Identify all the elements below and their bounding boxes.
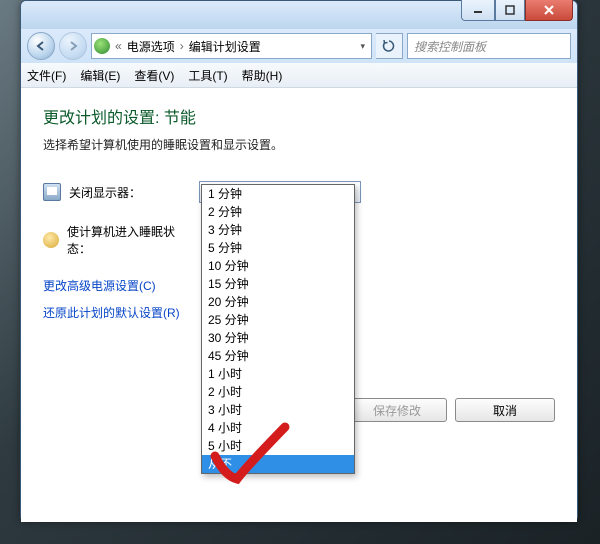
dropdown-option[interactable]: 25 分钟 — [202, 311, 354, 329]
sleep-icon — [43, 232, 59, 248]
breadcrumb-bar[interactable]: « 电源选项 › 编辑计划设置 ▾ — [91, 33, 372, 59]
breadcrumb-2[interactable]: 编辑计划设置 — [189, 38, 261, 55]
menu-bar: 文件(F) 编辑(E) 查看(V) 工具(T) 帮助(H) — [21, 63, 577, 88]
dropdown-option[interactable]: 2 分钟 — [202, 203, 354, 221]
breadcrumb-1[interactable]: 电源选项 — [127, 38, 175, 55]
breadcrumb-sep: › — [177, 39, 187, 53]
dropdown-list[interactable]: 1 分钟2 分钟3 分钟5 分钟10 分钟15 分钟20 分钟25 分钟30 分… — [201, 184, 355, 474]
control-panel-icon — [94, 38, 110, 54]
chevron-down-icon[interactable]: ▾ — [356, 41, 369, 52]
display-icon — [43, 183, 61, 201]
page-heading: 更改计划的设置: 节能 — [43, 104, 555, 128]
label-sleep: 使计算机进入睡眠状态： — [67, 223, 197, 257]
dropdown-option[interactable]: 5 分钟 — [202, 239, 354, 257]
desktop-background: « 电源选项 › 编辑计划设置 ▾ 搜索控制面板 文件(F) 编辑(E) 查看(… — [0, 0, 600, 544]
address-bar-row: « 电源选项 › 编辑计划设置 ▾ 搜索控制面板 — [21, 29, 577, 63]
label-turn-off-display: 关闭显示器： — [69, 184, 199, 201]
dropdown-option[interactable]: 4 小时 — [202, 419, 354, 437]
title-bar[interactable] — [21, 1, 577, 29]
search-placeholder: 搜索控制面板 — [414, 38, 486, 55]
close-button[interactable] — [525, 0, 573, 21]
control-panel-window: « 电源选项 › 编辑计划设置 ▾ 搜索控制面板 文件(F) 编辑(E) 查看(… — [20, 0, 578, 522]
search-input[interactable]: 搜索控制面板 — [407, 33, 571, 59]
dropdown-option[interactable]: 3 小时 — [202, 401, 354, 419]
minimize-button[interactable] — [461, 0, 495, 21]
page-subheading: 选择希望计算机使用的睡眠设置和显示设置。 — [43, 136, 555, 153]
nav-forward-button[interactable] — [59, 32, 87, 60]
dropdown-option[interactable]: 10 分钟 — [202, 257, 354, 275]
breadcrumb-sep: « — [112, 39, 125, 53]
dropdown-option[interactable]: 5 小时 — [202, 437, 354, 455]
dropdown-option[interactable]: 1 分钟 — [202, 185, 354, 203]
button-row: 保存修改 取消 — [347, 398, 555, 422]
cancel-button[interactable]: 取消 — [455, 398, 555, 422]
dropdown-option[interactable]: 1 小时 — [202, 365, 354, 383]
menu-view[interactable]: 查看(V) — [134, 67, 174, 84]
dropdown-option[interactable]: 20 分钟 — [202, 293, 354, 311]
dropdown-option[interactable]: 15 分钟 — [202, 275, 354, 293]
dropdown-option[interactable]: 2 小时 — [202, 383, 354, 401]
dropdown-option[interactable]: 30 分钟 — [202, 329, 354, 347]
window-buttons — [461, 0, 573, 21]
maximize-button[interactable] — [495, 0, 525, 21]
menu-help[interactable]: 帮助(H) — [242, 67, 283, 84]
dropdown-option[interactable]: 45 分钟 — [202, 347, 354, 365]
menu-file[interactable]: 文件(F) — [27, 67, 66, 84]
menu-tools[interactable]: 工具(T) — [188, 67, 227, 84]
refresh-button[interactable] — [376, 33, 403, 59]
dropdown-option[interactable]: 3 分钟 — [202, 221, 354, 239]
nav-back-button[interactable] — [27, 32, 55, 60]
save-button[interactable]: 保存修改 — [347, 398, 447, 422]
dropdown-option[interactable]: 从不 — [202, 455, 354, 473]
menu-edit[interactable]: 编辑(E) — [80, 67, 120, 84]
